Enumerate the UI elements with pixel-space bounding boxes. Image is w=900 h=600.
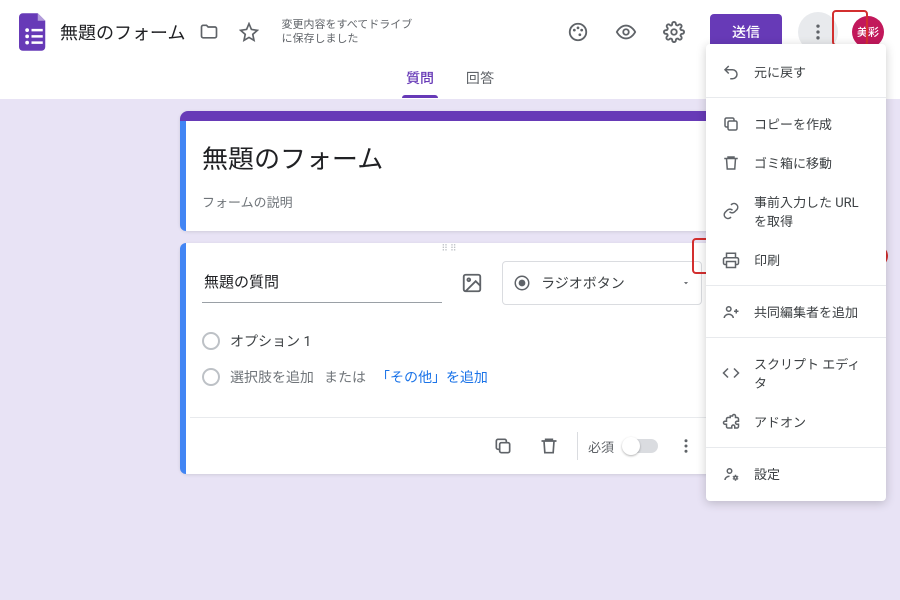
add-option-row[interactable]: 選択肢を追加 または 「その他」を追加 bbox=[202, 359, 698, 395]
preview-icon[interactable] bbox=[606, 12, 646, 52]
question-type-select[interactable]: ラジオボタン bbox=[502, 261, 702, 305]
radio-icon bbox=[202, 368, 220, 386]
question-type-label: ラジオボタン bbox=[541, 273, 625, 293]
menu-separator bbox=[706, 285, 886, 286]
menu-script-editor[interactable]: スクリプト エディタ bbox=[706, 344, 886, 402]
title-card: 無題のフォーム フォームの説明 bbox=[180, 111, 720, 231]
theme-icon[interactable] bbox=[558, 12, 598, 52]
star-icon[interactable] bbox=[233, 16, 265, 48]
menu-separator bbox=[706, 97, 886, 98]
menu-separator bbox=[706, 447, 886, 448]
tab-questions[interactable]: 質問 bbox=[402, 64, 438, 98]
menu-undo[interactable]: 元に戻す bbox=[706, 52, 886, 91]
puzzle-icon bbox=[722, 413, 740, 431]
print-icon bbox=[722, 251, 740, 269]
more-menu: 元に戻す コピーを作成 ゴミ箱に移動 事前入力した URL を取得 印刷 共同編… bbox=[706, 44, 886, 501]
tab-responses[interactable]: 回答 bbox=[462, 64, 498, 98]
form-description[interactable]: フォームの説明 bbox=[202, 192, 698, 211]
code-icon bbox=[722, 364, 740, 382]
undo-icon bbox=[722, 63, 740, 81]
menu-make-copy[interactable]: コピーを作成 bbox=[706, 104, 886, 143]
menu-prefill-url[interactable]: 事前入力した URL を取得 bbox=[706, 182, 886, 240]
duplicate-icon[interactable] bbox=[485, 428, 521, 464]
link-icon bbox=[722, 202, 740, 220]
question-more-icon[interactable] bbox=[668, 428, 704, 464]
trash-icon bbox=[722, 154, 740, 172]
menu-add-collaborators[interactable]: 共同編集者を追加 bbox=[706, 292, 886, 331]
save-status: 変更内容をすべてドライブに保存しました bbox=[281, 18, 421, 47]
required-label: 必須 bbox=[588, 437, 614, 456]
menu-print[interactable]: 印刷 bbox=[706, 240, 886, 279]
document-title[interactable]: 無題のフォーム bbox=[60, 19, 185, 45]
add-option-label[interactable]: 選択肢を追加 bbox=[230, 367, 314, 387]
settings-icon[interactable] bbox=[654, 12, 694, 52]
option-row[interactable]: オプション 1 bbox=[202, 323, 698, 359]
option-label[interactable]: オプション 1 bbox=[230, 331, 311, 351]
drag-handle-icon[interactable]: ⠿⠿ bbox=[180, 243, 720, 255]
required-toggle[interactable] bbox=[624, 439, 658, 453]
menu-trash[interactable]: ゴミ箱に移動 bbox=[706, 143, 886, 182]
add-image-icon[interactable] bbox=[454, 265, 490, 301]
add-other-link[interactable]: 「その他」を追加 bbox=[376, 367, 488, 387]
form-title[interactable]: 無題のフォーム bbox=[202, 139, 698, 176]
accent-bar bbox=[180, 111, 720, 121]
menu-separator bbox=[706, 337, 886, 338]
delete-icon[interactable] bbox=[531, 428, 567, 464]
menu-addons[interactable]: アドオン bbox=[706, 402, 886, 441]
active-indicator bbox=[180, 121, 186, 231]
person-settings-icon bbox=[722, 465, 740, 483]
question-title-input[interactable] bbox=[202, 263, 442, 303]
divider bbox=[577, 432, 578, 460]
active-indicator bbox=[180, 243, 186, 474]
radio-icon bbox=[202, 332, 220, 350]
people-add-icon bbox=[722, 303, 740, 321]
copy-icon bbox=[722, 115, 740, 133]
forms-logo-icon bbox=[16, 14, 52, 50]
radio-icon bbox=[513, 274, 531, 292]
question-card: ⠿⠿ ラジオボタン オプション 1 選択肢を追加 または bbox=[180, 243, 720, 474]
menu-settings[interactable]: 設定 bbox=[706, 454, 886, 493]
chevron-down-icon bbox=[681, 278, 691, 288]
or-label: または bbox=[324, 367, 366, 387]
move-folder-icon[interactable] bbox=[193, 16, 225, 48]
